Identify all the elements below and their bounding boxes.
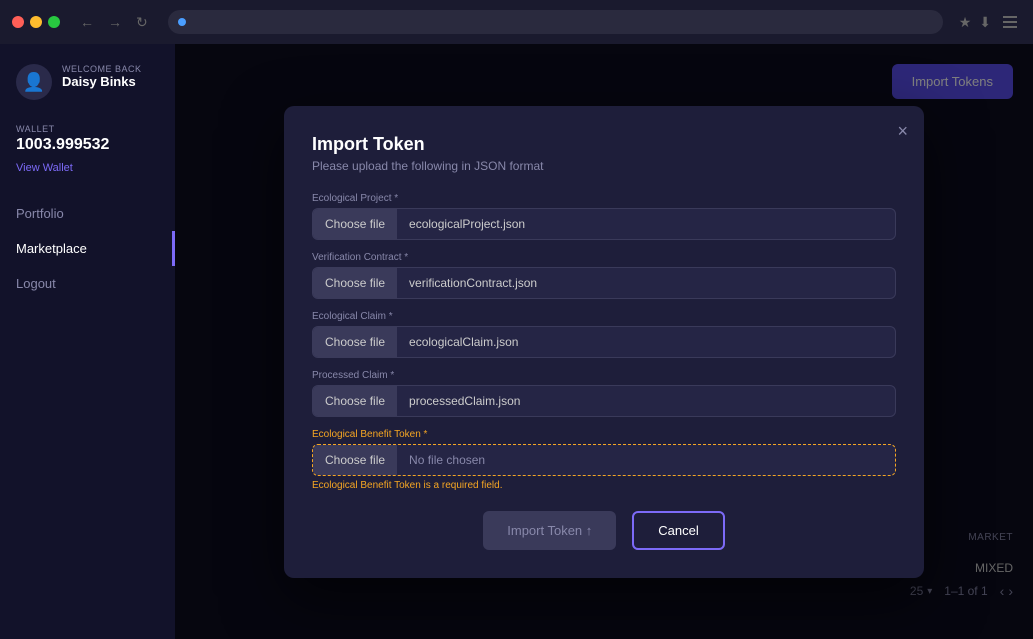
label-processed-claim: Processed Claim * bbox=[312, 370, 896, 381]
file-name-1: verificationContract.json bbox=[397, 268, 895, 298]
modal-close-button[interactable]: × bbox=[897, 122, 908, 140]
file-input-ecological-benefit-token: Choose file No file chosen bbox=[312, 444, 896, 476]
sidebar-item-logout[interactable]: Logout bbox=[16, 266, 159, 301]
modal-title: Import Token bbox=[312, 134, 896, 155]
field-processed-claim: Processed Claim * Choose file processedC… bbox=[312, 370, 896, 417]
field-error-ecological-benefit-token: Ecological Benefit Token is a required f… bbox=[312, 480, 896, 491]
modal-subtitle: Please upload the following in JSON form… bbox=[312, 159, 896, 173]
wallet-amount: 1003.999532 bbox=[16, 136, 159, 154]
wallet-section: WALLET 1003.999532 View Wallet bbox=[16, 124, 159, 176]
file-name-2: ecologicalClaim.json bbox=[397, 327, 895, 357]
label-ecological-benefit-token: Ecological Benefit Token * bbox=[312, 429, 896, 440]
choose-file-btn-4[interactable]: Choose file bbox=[313, 445, 397, 475]
dot-red[interactable] bbox=[12, 16, 24, 28]
field-ecological-benefit-token: Ecological Benefit Token * Choose file N… bbox=[312, 429, 896, 491]
modal-actions: Import Token ↑ Cancel bbox=[312, 511, 896, 550]
browser-chrome: ← → ↻ ★ ⬇ bbox=[0, 0, 1033, 44]
sidebar-nav: Portfolio Marketplace Logout bbox=[16, 196, 159, 301]
file-name-0: ecologicalProject.json bbox=[397, 209, 895, 239]
file-name-4: No file chosen bbox=[397, 445, 895, 475]
app-layout: 👤 WELCOME BACK Daisy Binks WALLET 1003.9… bbox=[0, 44, 1033, 639]
main-content: Import Tokens PRICE PER TOKEN MARKET 1 M… bbox=[175, 44, 1033, 639]
wallet-label: WALLET bbox=[16, 124, 159, 134]
avatar: 👤 bbox=[16, 64, 52, 100]
view-wallet-link[interactable]: View Wallet bbox=[16, 162, 73, 174]
nav-forward[interactable]: → bbox=[104, 12, 126, 32]
import-token-modal: × Import Token Please upload the followi… bbox=[284, 106, 924, 578]
file-input-processed-claim: Choose file processedClaim.json bbox=[312, 385, 896, 417]
refresh-icon[interactable]: ↻ bbox=[132, 12, 152, 33]
file-input-ecological-project: Choose file ecologicalProject.json bbox=[312, 208, 896, 240]
download-icon[interactable]: ⬇ bbox=[979, 14, 991, 31]
address-bar[interactable] bbox=[168, 10, 943, 34]
file-name-3: processedClaim.json bbox=[397, 386, 895, 416]
user-section: 👤 WELCOME BACK Daisy Binks bbox=[16, 64, 159, 100]
field-verification-contract: Verification Contract * Choose file veri… bbox=[312, 252, 896, 299]
browser-dots bbox=[12, 16, 60, 28]
sidebar-item-portfolio[interactable]: Portfolio bbox=[16, 196, 159, 231]
browser-nav: ← → ↻ bbox=[76, 12, 152, 33]
cancel-button[interactable]: Cancel bbox=[632, 511, 724, 550]
dot-yellow[interactable] bbox=[30, 16, 42, 28]
browser-actions: ★ ⬇ bbox=[959, 12, 1021, 32]
sidebar: 👤 WELCOME BACK Daisy Binks WALLET 1003.9… bbox=[0, 44, 175, 639]
choose-file-btn-2[interactable]: Choose file bbox=[313, 327, 397, 357]
welcome-label: WELCOME BACK bbox=[62, 64, 142, 74]
file-input-verification-contract: Choose file verificationContract.json bbox=[312, 267, 896, 299]
star-icon[interactable]: ★ bbox=[959, 14, 972, 31]
label-verification-contract: Verification Contract * bbox=[312, 252, 896, 263]
user-info: WELCOME BACK Daisy Binks bbox=[62, 64, 142, 89]
label-ecological-claim: Ecological Claim * bbox=[312, 311, 896, 322]
address-dot bbox=[178, 18, 186, 26]
import-token-button[interactable]: Import Token ↑ bbox=[483, 511, 616, 550]
nav-back[interactable]: ← bbox=[76, 12, 98, 32]
modal-overlay: × Import Token Please upload the followi… bbox=[175, 44, 1033, 639]
choose-file-btn-3[interactable]: Choose file bbox=[313, 386, 397, 416]
sidebar-item-marketplace[interactable]: Marketplace bbox=[16, 231, 159, 266]
file-input-ecological-claim: Choose file ecologicalClaim.json bbox=[312, 326, 896, 358]
field-ecological-claim: Ecological Claim * Choose file ecologica… bbox=[312, 311, 896, 358]
menu-icon[interactable] bbox=[999, 12, 1021, 32]
choose-file-btn-1[interactable]: Choose file bbox=[313, 268, 397, 298]
user-name: Daisy Binks bbox=[62, 74, 142, 89]
choose-file-btn-0[interactable]: Choose file bbox=[313, 209, 397, 239]
label-ecological-project: Ecological Project * bbox=[312, 193, 896, 204]
field-ecological-project: Ecological Project * Choose file ecologi… bbox=[312, 193, 896, 240]
dot-green[interactable] bbox=[48, 16, 60, 28]
